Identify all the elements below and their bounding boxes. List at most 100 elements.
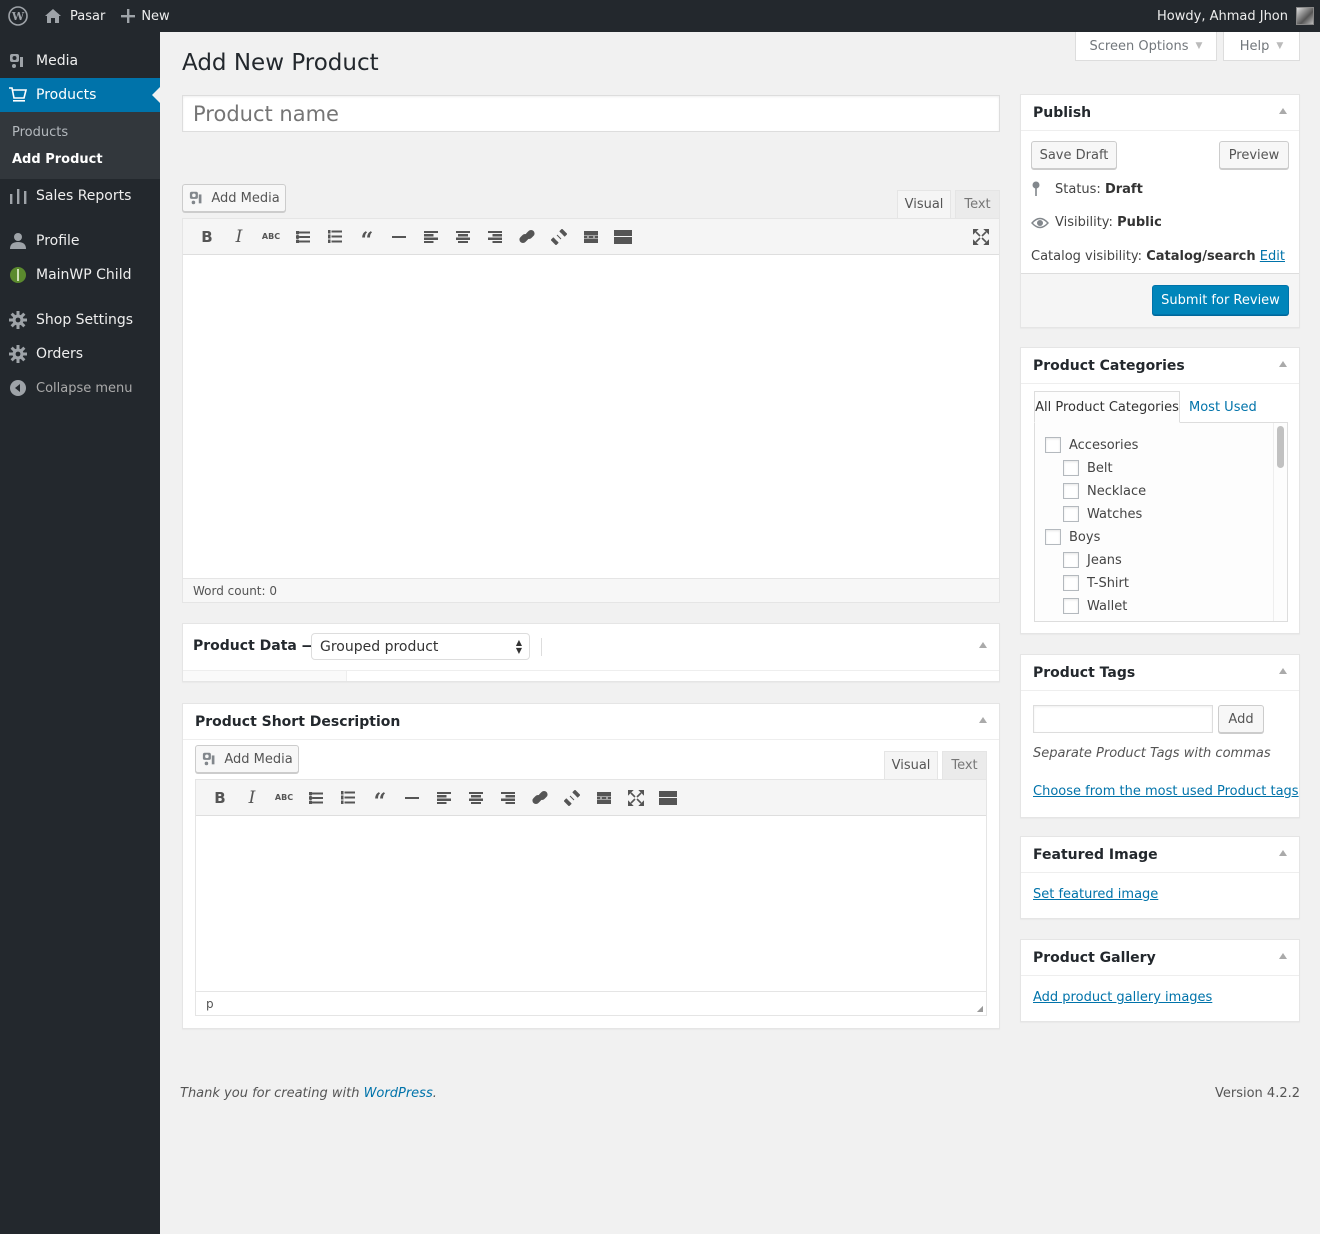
- toggle-panel-icon[interactable]: [1279, 668, 1287, 674]
- catalog-visibility-edit-link[interactable]: Edit: [1260, 249, 1285, 264]
- resize-handle-icon[interactable]: ◢: [977, 1004, 983, 1013]
- read-more-button[interactable]: [588, 783, 620, 813]
- toggle-panel-icon[interactable]: [1279, 850, 1287, 856]
- insert-link-button[interactable]: [511, 222, 543, 252]
- category-item[interactable]: Jeans: [1063, 552, 1122, 568]
- horizontal-line-button[interactable]: [383, 222, 415, 252]
- category-checkbox[interactable]: [1045, 437, 1061, 453]
- tab-visual-short-description[interactable]: Visual: [884, 751, 938, 779]
- category-item[interactable]: Watches: [1063, 506, 1142, 522]
- category-item[interactable]: T-Shirt: [1063, 575, 1129, 591]
- remove-link-button[interactable]: [543, 222, 575, 252]
- category-item[interactable]: Belt: [1063, 460, 1113, 476]
- numbered-list-button[interactable]: [319, 222, 351, 252]
- add-media-button-short-description[interactable]: Add Media: [195, 745, 299, 773]
- blockquote-button[interactable]: “: [351, 222, 383, 252]
- align-left-button[interactable]: [428, 783, 460, 813]
- scrollbar[interactable]: [1273, 423, 1287, 621]
- category-checkbox[interactable]: [1063, 598, 1079, 614]
- sidebar-item-sales-reports[interactable]: Sales Reports: [0, 179, 160, 213]
- product-name-input[interactable]: [182, 95, 1000, 132]
- site-name-link[interactable]: Pasar: [36, 0, 113, 32]
- save-draft-button[interactable]: Save Draft: [1031, 141, 1117, 169]
- sidebar-item-media[interactable]: Media: [0, 44, 160, 78]
- read-more-button[interactable]: [575, 222, 607, 252]
- sidebar-item-mainwp-child[interactable]: MainWP Child: [0, 258, 160, 292]
- short-description-editor-area[interactable]: [196, 817, 986, 991]
- status-label: Status:: [1055, 181, 1101, 197]
- choose-most-used-tags-link[interactable]: Choose from the most used Product tags: [1033, 784, 1299, 799]
- numbered-list-button[interactable]: [332, 783, 364, 813]
- tab-most-used[interactable]: Most Used: [1189, 391, 1257, 423]
- toggle-panel-icon[interactable]: [1279, 108, 1287, 114]
- toggle-panel-icon[interactable]: [1279, 361, 1287, 367]
- preview-button[interactable]: Preview: [1219, 141, 1289, 169]
- wordpress-link[interactable]: WordPress: [364, 1086, 433, 1101]
- new-content-link[interactable]: New: [113, 0, 177, 32]
- sidebar-item-shop-settings[interactable]: Shop Settings: [0, 303, 160, 337]
- align-center-button[interactable]: [447, 222, 479, 252]
- bulleted-list-button[interactable]: [300, 783, 332, 813]
- tab-all-product-categories[interactable]: All Product Categories: [1034, 391, 1180, 423]
- read-more-icon: [584, 230, 598, 243]
- bold-button[interactable]: B: [204, 783, 236, 813]
- italic-button[interactable]: I: [236, 783, 268, 813]
- remove-link-button[interactable]: [556, 783, 588, 813]
- align-left-button[interactable]: [415, 222, 447, 252]
- category-checkbox[interactable]: [1063, 575, 1079, 591]
- horizontal-line-button[interactable]: [396, 783, 428, 813]
- align-right-button[interactable]: [492, 783, 524, 813]
- add-gallery-images-link[interactable]: Add product gallery images: [1033, 990, 1212, 1005]
- align-center-button[interactable]: [460, 783, 492, 813]
- toggle-panel-icon[interactable]: [979, 717, 987, 723]
- category-item[interactable]: Wallet: [1063, 598, 1127, 614]
- category-checkbox[interactable]: [1063, 506, 1079, 522]
- blockquote-button[interactable]: “: [364, 783, 396, 813]
- insert-link-button[interactable]: [524, 783, 556, 813]
- toolbar-toggle-button[interactable]: [607, 222, 639, 252]
- submenu-item-products[interactable]: Products: [0, 119, 160, 146]
- keyboard-icon: [659, 790, 677, 805]
- element-path[interactable]: p: [206, 997, 214, 1011]
- category-checkbox[interactable]: [1063, 460, 1079, 476]
- category-checkbox[interactable]: [1045, 529, 1061, 545]
- submit-for-review-button[interactable]: Submit for Review: [1152, 285, 1289, 315]
- screen-options-button[interactable]: Screen Options ▼: [1075, 32, 1217, 61]
- product-type-select[interactable]: Grouped product ▲ ▼: [311, 633, 530, 660]
- wordpress-logo-icon[interactable]: W: [0, 0, 36, 32]
- toggle-panel-icon[interactable]: [1279, 953, 1287, 959]
- category-item[interactable]: Boys: [1045, 529, 1100, 545]
- tab-visual[interactable]: Visual: [897, 190, 951, 218]
- submenu-item-add-product[interactable]: Add Product: [0, 146, 160, 173]
- user-account-menu[interactable]: Howdy, Ahmad Jhon: [1149, 0, 1320, 32]
- fullscreen-button[interactable]: [965, 222, 997, 252]
- new-tag-input[interactable]: [1033, 705, 1213, 733]
- collapse-menu-button[interactable]: Collapse menu: [0, 371, 160, 405]
- strikethrough-button[interactable]: ABC: [255, 222, 287, 252]
- home-icon: [45, 9, 61, 23]
- add-tag-button[interactable]: Add: [1218, 705, 1264, 733]
- scrollbar-thumb[interactable]: [1277, 426, 1284, 468]
- bulleted-list-button[interactable]: [287, 222, 319, 252]
- content-editor-area[interactable]: [183, 256, 999, 578]
- category-item[interactable]: Accesories: [1045, 437, 1138, 453]
- align-right-button[interactable]: [479, 222, 511, 252]
- italic-button[interactable]: I: [223, 222, 255, 252]
- category-checkbox[interactable]: [1063, 483, 1079, 499]
- bold-button[interactable]: B: [191, 222, 223, 252]
- sidebar-item-products[interactable]: Products: [0, 78, 160, 112]
- help-button[interactable]: Help ▼: [1223, 32, 1300, 61]
- category-checkbox[interactable]: [1063, 552, 1079, 568]
- toolbar-toggle-button[interactable]: [652, 783, 684, 813]
- toggle-panel-icon[interactable]: [979, 642, 987, 648]
- strikethrough-button[interactable]: ABC: [268, 783, 300, 813]
- tab-text[interactable]: Text: [955, 190, 1000, 218]
- sidebar-item-profile[interactable]: Profile: [0, 224, 160, 258]
- set-featured-image-link[interactable]: Set featured image: [1033, 887, 1158, 902]
- fullscreen-button[interactable]: [620, 783, 652, 813]
- sidebar-item-orders[interactable]: Orders: [0, 337, 160, 371]
- bold-icon: B: [201, 227, 213, 246]
- tab-text-short-description[interactable]: Text: [942, 751, 987, 779]
- add-media-button[interactable]: Add Media: [182, 184, 286, 212]
- category-item[interactable]: Necklace: [1063, 483, 1146, 499]
